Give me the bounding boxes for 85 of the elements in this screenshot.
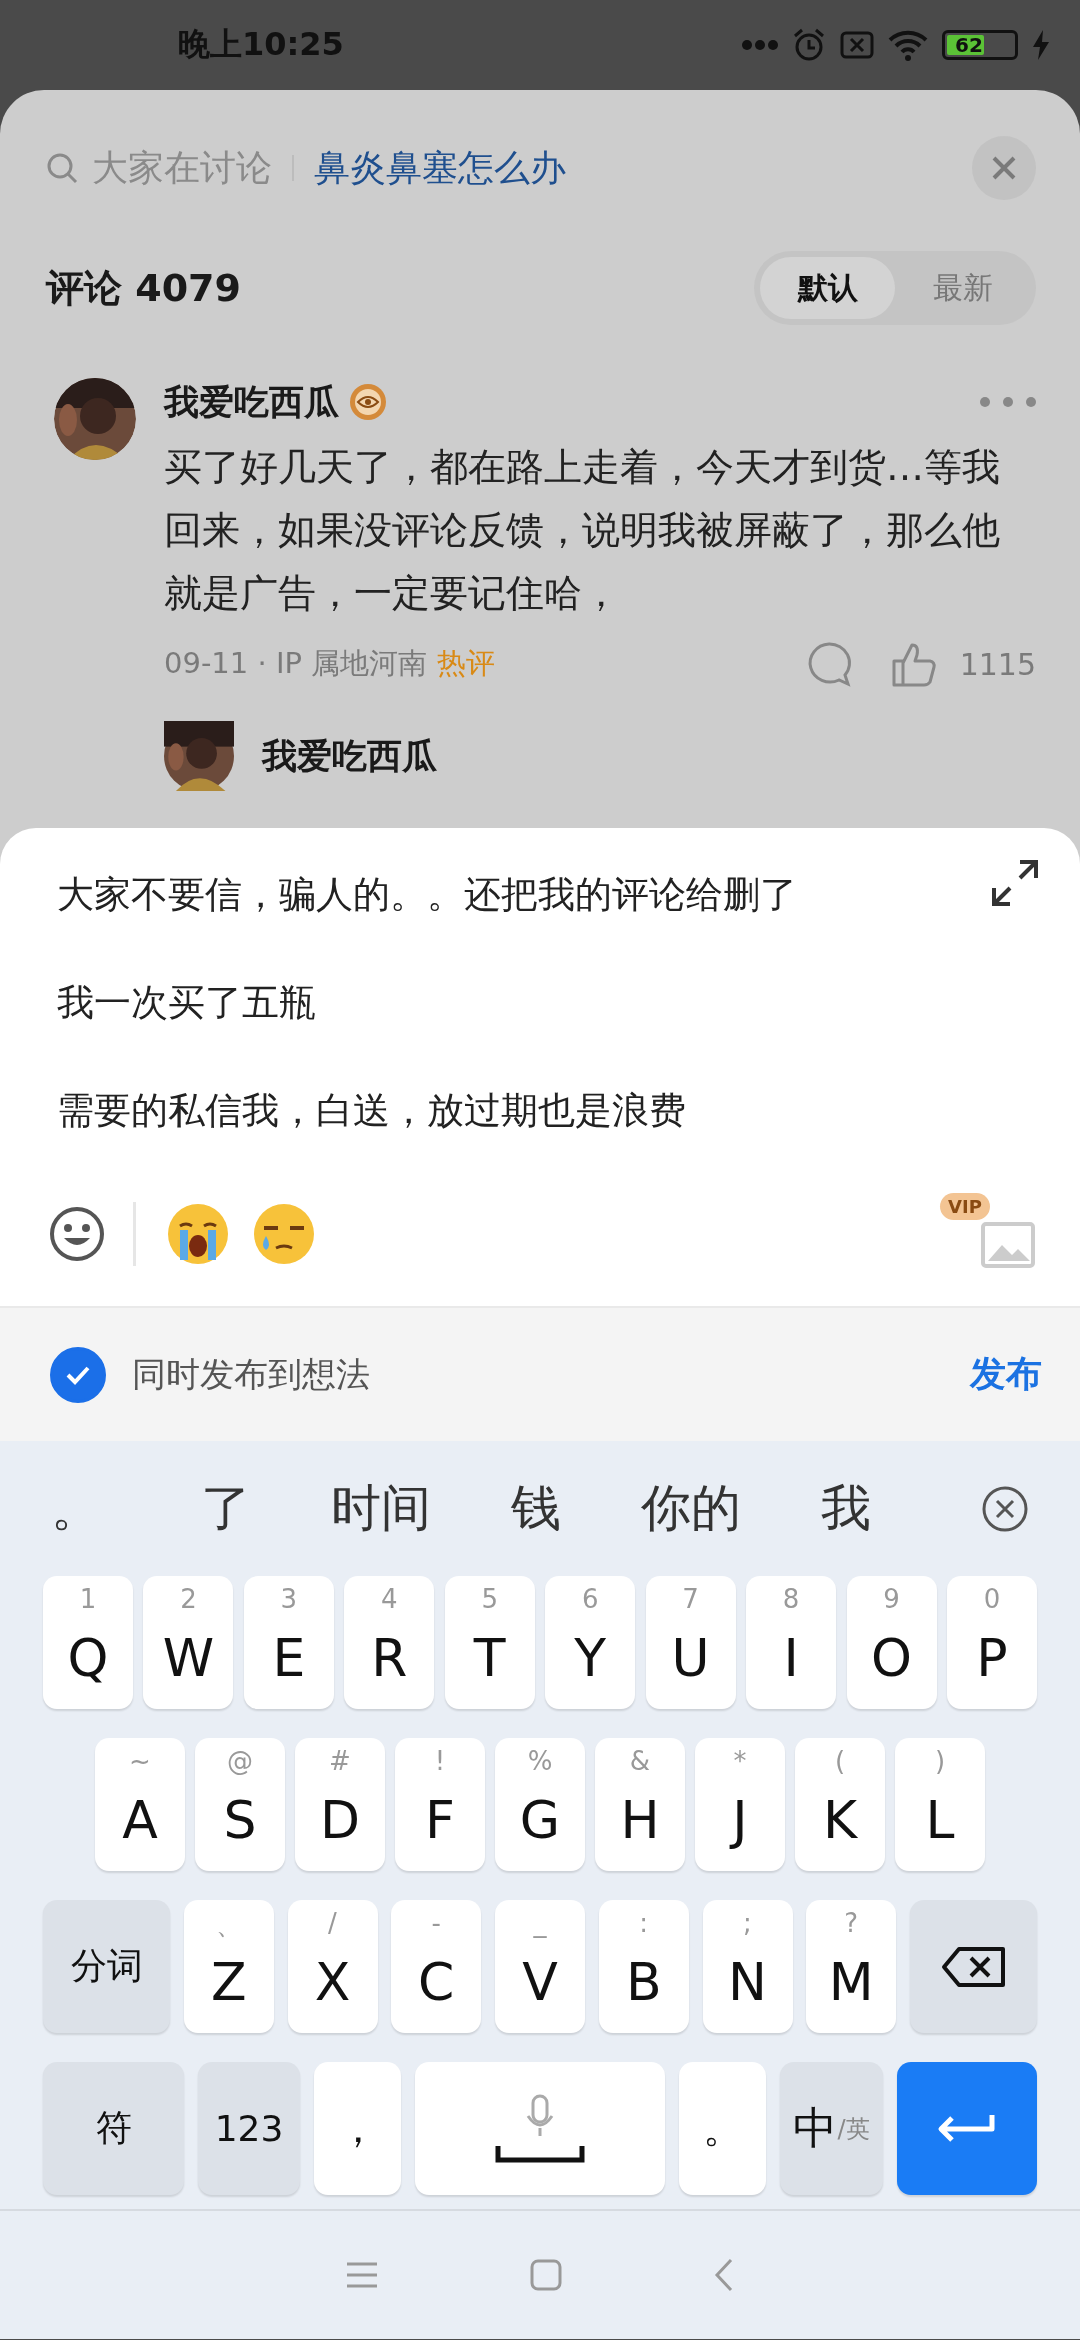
space-bar-icon xyxy=(495,2143,585,2164)
letter-key[interactable]: 6 Y xyxy=(545,1576,636,1709)
publish-button[interactable]: 发布 xyxy=(970,1350,1042,1399)
checkbox[interactable] xyxy=(50,1346,106,1403)
alarm-icon xyxy=(792,28,826,62)
smiley-icon[interactable] xyxy=(49,1206,105,1262)
composer-text[interactable]: 大家不要信，骗人的。。还把我的评论给删了 xyxy=(57,870,1036,978)
letter-key[interactable]: 7 U xyxy=(645,1576,736,1709)
sim-off-icon xyxy=(840,31,874,59)
like-count: 1115 xyxy=(959,646,1036,682)
space-key[interactable] xyxy=(415,2062,665,2195)
expand-icon[interactable] xyxy=(990,858,1040,908)
comment-meta: 09-11 · IP 属地河南 xyxy=(164,645,428,682)
composer-text[interactable]: 需要的私信我，白送，放过期也是浪费 xyxy=(57,1086,1036,1194)
composer-text[interactable]: 我一次买了五瓶 xyxy=(57,978,1036,1086)
letter-key[interactable]: 2 W xyxy=(143,1576,234,1709)
battery-level: 62 xyxy=(955,33,983,57)
checkbox-label: 同时发布到想法 xyxy=(132,1352,371,1396)
letter-key[interactable]: _ V xyxy=(495,1900,585,2033)
back-button[interactable] xyxy=(713,2257,735,2293)
check-icon xyxy=(65,1364,91,1385)
letter-key[interactable]: # D xyxy=(295,1738,385,1871)
candidate-word[interactable]: 。 xyxy=(43,1475,161,1542)
letter-key[interactable]: ! F xyxy=(395,1738,485,1871)
author-name[interactable]: 我爱吃西瓜 xyxy=(262,732,437,780)
eye-badge-icon xyxy=(349,383,387,421)
letter-key[interactable]: 5 T xyxy=(444,1576,535,1709)
letter-key[interactable]: - C xyxy=(391,1900,482,2033)
letter-key[interactable]: 8 I xyxy=(746,1576,837,1709)
function-key[interactable]: 分词 xyxy=(43,1900,170,2033)
letter-key[interactable]: 4 R xyxy=(344,1576,435,1709)
tearful-face-icon[interactable] xyxy=(252,1202,316,1266)
letter-key[interactable]: 9 O xyxy=(846,1576,937,1709)
language-key[interactable]: 中/英 xyxy=(780,2062,883,2195)
letter-key[interactable]: 3 E xyxy=(243,1576,334,1709)
microphone-icon xyxy=(525,2093,555,2138)
punctuation-key[interactable]: ， xyxy=(314,2062,401,2195)
letter-key[interactable]: @ S xyxy=(195,1738,285,1871)
function-key[interactable]: 123 xyxy=(198,2062,300,2195)
author-name[interactable]: 我爱吃西瓜 xyxy=(164,378,339,426)
candidate-word[interactable]: 了 xyxy=(161,1475,291,1542)
wifi-icon xyxy=(888,29,928,61)
search-icon xyxy=(46,152,78,184)
topic-link[interactable]: 鼻炎鼻塞怎么办 xyxy=(314,143,972,193)
candidate-word[interactable]: 钱 xyxy=(471,1475,601,1542)
letter-key[interactable]: 、 Z xyxy=(183,1900,274,2033)
menu-button[interactable] xyxy=(345,2261,379,2289)
punctuation-key[interactable]: 。 xyxy=(679,2062,766,2195)
letter-key[interactable]: * J xyxy=(695,1738,785,1871)
letter-key[interactable]: ~ A xyxy=(95,1738,185,1871)
backspace-key[interactable] xyxy=(910,1900,1037,2033)
letter-key[interactable]: & H xyxy=(595,1738,685,1871)
candidate-word[interactable]: 时间 xyxy=(291,1475,471,1542)
more-icon xyxy=(742,40,778,50)
avatar[interactable] xyxy=(54,378,136,460)
clear-icon[interactable] xyxy=(981,1484,1029,1533)
home-icon xyxy=(529,2258,563,2292)
letter-key[interactable]: ? M xyxy=(806,1900,897,2033)
letter-key[interactable]: % G xyxy=(495,1738,585,1871)
vip-badge: VIP xyxy=(940,1193,990,1220)
close-icon xyxy=(991,155,1017,181)
crying-face-icon[interactable] xyxy=(166,1202,230,1266)
letter-key[interactable]: ) L xyxy=(895,1738,985,1871)
candidate-word[interactable]: 你的 xyxy=(601,1475,781,1542)
home-button[interactable] xyxy=(529,2258,563,2292)
hot-label: 热评 xyxy=(437,645,496,682)
status-time: 晚上10:25 xyxy=(178,24,345,65)
avatar[interactable] xyxy=(164,721,234,791)
function-key[interactable]: 符 xyxy=(43,2062,184,2195)
comment-text: 买了好几天了，都在路上走着，今天才到货…等我回来，如果没评论反馈，说明我被屏蔽了，那么他就是广告，一定要记住哈， xyxy=(164,444,1001,617)
more-icon[interactable] xyxy=(980,397,1036,407)
comments-title: 评论 4079 xyxy=(46,264,241,312)
charging-icon xyxy=(1032,30,1050,60)
letter-key[interactable]: 1 Q xyxy=(43,1576,133,1709)
menu-icon xyxy=(345,2261,379,2289)
letter-key[interactable]: : B xyxy=(598,1900,689,2033)
enter-key[interactable] xyxy=(897,2062,1037,2195)
backspace-icon xyxy=(940,1945,1007,1988)
candidate-word[interactable]: 我 xyxy=(781,1475,911,1542)
letter-key[interactable]: 0 P xyxy=(946,1576,1037,1709)
sort-tab[interactable]: 默认 xyxy=(760,257,895,319)
letter-key[interactable]: ( K xyxy=(795,1738,885,1871)
letter-key[interactable]: ; N xyxy=(702,1900,793,2033)
letter-key[interactable]: / X xyxy=(287,1900,378,2033)
back-icon xyxy=(713,2257,735,2293)
